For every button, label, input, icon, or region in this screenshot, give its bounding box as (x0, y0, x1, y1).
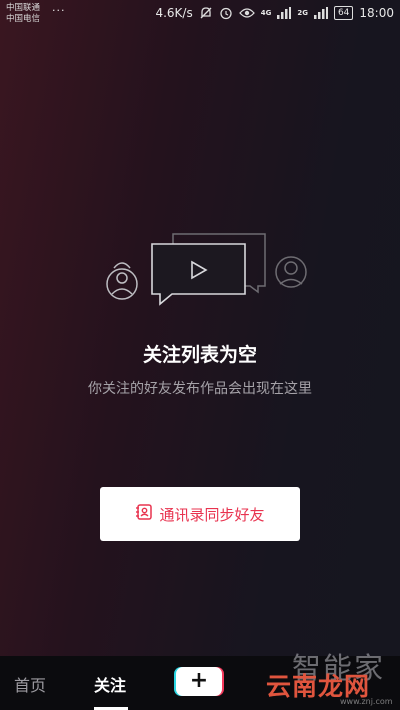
user-avatar-left-icon (106, 262, 138, 300)
more-notifications-icon: ··· (52, 4, 66, 17)
empty-state-title: 关注列表为空 (142, 344, 257, 366)
eye-icon (238, 7, 255, 19)
network-type-1: 4G (260, 8, 272, 17)
contacts-icon (135, 503, 153, 525)
empty-state-subtitle: 你关注的好友发布作品会出现在这里 (88, 381, 312, 397)
carrier-labels: 中国联通 中国电信 (6, 3, 40, 25)
network-type-2: 2G (297, 8, 308, 17)
create-post-button[interactable]: + (174, 667, 224, 696)
sync-contacts-label: 通讯录同步好友 (159, 505, 265, 524)
mute-icon (199, 6, 213, 20)
battery-indicator: 64 (333, 6, 354, 20)
network-speed: 4.6K/s (155, 6, 193, 20)
video-chat-bubble-icon (151, 243, 246, 306)
tab-following[interactable]: 关注 (94, 672, 126, 696)
carrier-1: 中国联通 (6, 3, 41, 13)
sync-contacts-button[interactable]: 通讯录同步好友 (100, 487, 300, 541)
plus-icon: + (176, 667, 222, 696)
signal-icon-2 (313, 7, 328, 19)
tab-home[interactable]: 首页 (14, 672, 46, 696)
alarm-icon (219, 6, 233, 20)
bottom-tab-bar: 首页 关注 + (0, 656, 400, 710)
clock: 18:00 (359, 6, 394, 20)
carrier-2: 中国电信 (6, 14, 41, 24)
status-bar: 中国联通 中国电信 ··· 4.6K/s 4G 2G 64 18:00 (0, 0, 400, 30)
user-avatar-right-icon (275, 256, 307, 288)
signal-icon (277, 7, 292, 19)
empty-following-illustration (100, 228, 310, 308)
status-icons: 4.6K/s 4G 2G 64 18:00 (155, 6, 394, 20)
